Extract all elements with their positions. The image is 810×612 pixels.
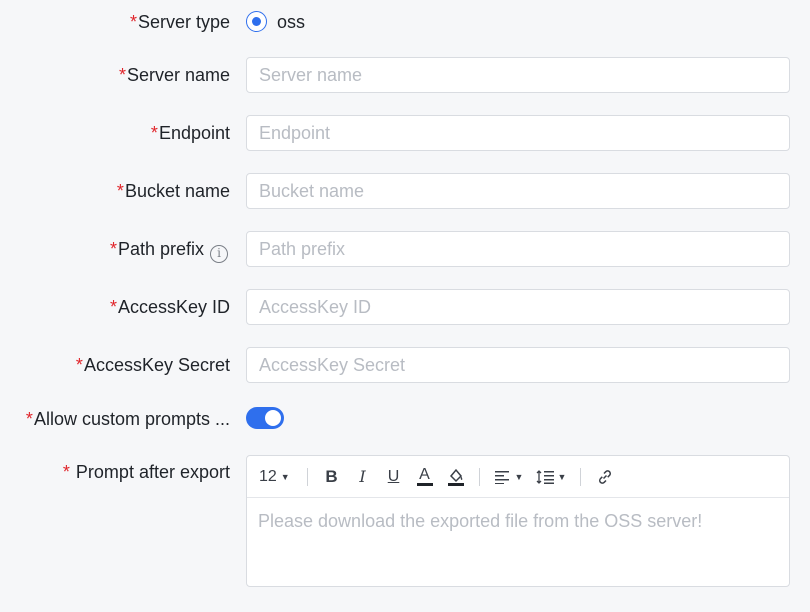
bold-button[interactable]: B: [316, 463, 347, 491]
required-mark: *: [25, 409, 33, 429]
font-size-dropdown[interactable]: 12 ▼: [259, 463, 299, 491]
line-height-dropdown[interactable]: ▼: [530, 463, 572, 491]
bucket-name-label: *Bucket name: [116, 181, 230, 201]
link-button[interactable]: [589, 463, 620, 491]
prompt-editor-body[interactable]: Please download the exported file from t…: [247, 498, 789, 544]
oss-radio-label[interactable]: oss: [277, 11, 305, 33]
italic-icon: I: [359, 467, 366, 486]
access-key-secret-input[interactable]: [246, 347, 790, 383]
bucket-name-input[interactable]: [246, 173, 790, 209]
toolbar-divider: [479, 467, 480, 486]
allow-custom-prompts-toggle[interactable]: [246, 407, 284, 429]
server-name-label: *Server name: [118, 65, 230, 85]
fill-color-icon: [447, 468, 464, 486]
allow-custom-prompts-label: *Allow custom prompts ...: [25, 409, 230, 429]
server-type-label: *Server type: [129, 12, 230, 32]
path-prefix-label: *Path prefix i: [110, 238, 228, 263]
font-color-button[interactable]: A: [409, 463, 440, 491]
required-mark: *: [75, 355, 83, 375]
prompt-placeholder: Please download the exported file from t…: [258, 511, 703, 531]
access-key-id-label: *AccessKey ID: [109, 297, 230, 317]
chevron-down-icon: ▼: [557, 471, 567, 482]
toggle-knob: [265, 410, 281, 426]
oss-radio[interactable]: [246, 11, 267, 32]
align-left-icon: [494, 470, 509, 484]
prompt-editor: 12 ▼ B I U A ▼ ▼ Please download the exp…: [246, 455, 790, 587]
path-prefix-input[interactable]: [246, 231, 790, 267]
align-dropdown[interactable]: ▼: [488, 463, 530, 491]
required-mark: *: [62, 462, 75, 482]
chevron-down-icon: ▼: [514, 471, 524, 482]
server-name-input[interactable]: [246, 57, 790, 93]
toolbar-divider: [580, 467, 581, 486]
required-mark: *: [109, 239, 117, 259]
access-key-id-input[interactable]: [246, 289, 790, 325]
underline-button[interactable]: U: [378, 463, 409, 491]
radio-dot: [251, 16, 261, 26]
italic-button[interactable]: I: [347, 463, 378, 491]
prompt-after-export-label: * Prompt after export: [62, 462, 230, 482]
info-icon[interactable]: i: [210, 245, 228, 263]
link-icon: [598, 469, 611, 484]
endpoint-input[interactable]: [246, 115, 790, 151]
access-key-secret-label: *AccessKey Secret: [75, 355, 230, 375]
fill-color-button[interactable]: [440, 463, 471, 491]
required-mark: *: [116, 181, 124, 201]
underline-icon: U: [387, 467, 400, 485]
bold-icon: B: [325, 466, 338, 486]
required-mark: *: [129, 12, 137, 32]
required-mark: *: [109, 297, 117, 317]
required-mark: *: [118, 65, 126, 85]
font-color-icon: A: [416, 466, 433, 486]
chevron-down-icon: ▼: [280, 471, 290, 482]
line-height-icon: [536, 469, 554, 484]
endpoint-label: *Endpoint: [150, 123, 230, 143]
required-mark: *: [150, 123, 158, 143]
font-size-value: 12: [259, 467, 277, 485]
editor-toolbar: 12 ▼ B I U A ▼ ▼: [247, 456, 789, 498]
toolbar-divider: [307, 467, 308, 486]
